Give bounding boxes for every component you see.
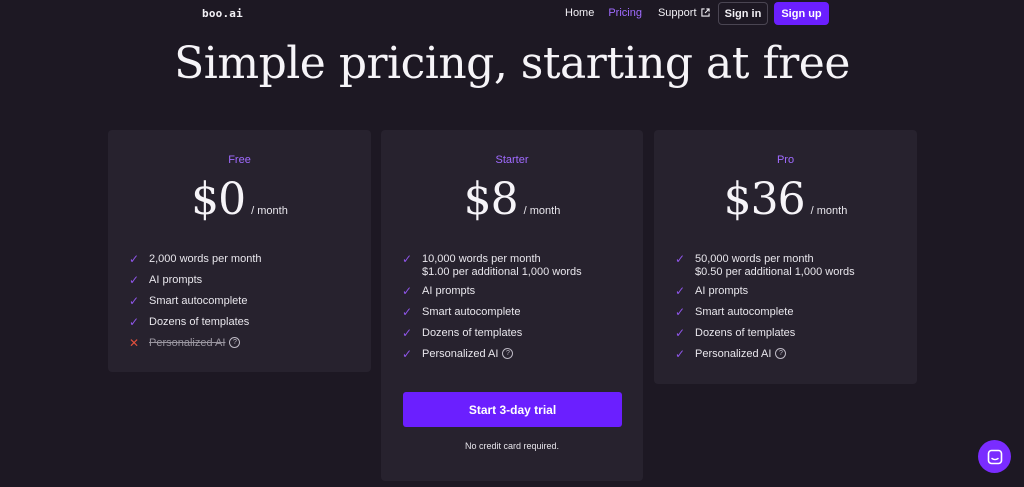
sign-up-button[interactable]: Sign up — [774, 2, 829, 25]
chat-icon — [987, 449, 1002, 464]
help-icon[interactable]: ? — [775, 348, 787, 359]
check-icon: ✓ — [129, 273, 140, 287]
plan-card-pro: Pro $36 / month ✓ 50,000 words per month $… — [654, 130, 917, 384]
chat-launcher-button[interactable] — [978, 440, 1011, 473]
plan-card-free: Free $0 / month ✓ 2,000 words per month ✓… — [108, 130, 371, 372]
start-trial-button[interactable]: Start 3-day trial — [403, 392, 622, 427]
feature-label: AI prompts — [695, 285, 749, 297]
feature-item: ✓ Dozens of templates — [129, 316, 262, 329]
check-icon: ✓ — [675, 326, 686, 340]
feature-item: ✓ Smart autocomplete — [402, 306, 582, 319]
feature-label: Personalized AI — [695, 348, 772, 360]
top-nav: Home Pricing Support — [565, 7, 710, 19]
feature-label: Dozens of templates — [422, 327, 523, 339]
check-icon: ✓ — [129, 294, 140, 308]
feature-label: Dozens of templates — [149, 316, 250, 328]
check-icon: ✓ — [129, 315, 140, 329]
check-icon: ✓ — [402, 252, 413, 266]
check-icon: ✓ — [402, 326, 413, 340]
feature-label: Personalized AI — [149, 337, 226, 349]
check-icon: ✓ — [675, 252, 686, 266]
plan-name: Free — [228, 154, 251, 166]
feature-item: ✓ 2,000 words per month — [129, 253, 262, 266]
help-icon[interactable]: ? — [229, 337, 241, 348]
cross-icon: ✕ — [129, 336, 140, 350]
check-icon: ✓ — [675, 347, 686, 361]
logo[interactable]: boo.ai — [202, 7, 243, 20]
nav-support-label: Support — [657, 7, 697, 19]
feature-label: 10,000 words per month $1.00 per addition… — [422, 253, 582, 278]
feature-item: ✓ Dozens of templates — [402, 327, 582, 340]
price-row: $8 / month — [381, 174, 643, 225]
feature-list: ✓ 50,000 words per month $0.50 per additio… — [675, 253, 855, 369]
feature-item: ✓ Dozens of templates — [675, 327, 855, 340]
check-icon: ✓ — [402, 347, 413, 361]
external-link-icon — [700, 8, 710, 17]
feature-label: Dozens of templates — [695, 327, 796, 339]
feature-list: ✓ 2,000 words per month ✓ AI prompts ✓ Smar… — [129, 253, 262, 358]
check-icon: ✓ — [129, 252, 140, 266]
check-icon: ✓ — [402, 305, 413, 319]
feature-item: ✓ 50,000 words per month $0.50 per additio… — [675, 253, 855, 279]
feature-item: ✓ Personalized AI? — [402, 348, 582, 361]
feature-label: Personalized AI — [422, 348, 499, 360]
feature-label: Smart autocomplete — [422, 306, 521, 318]
plan-name: Starter — [495, 154, 529, 166]
nav-home-link[interactable]: Home — [565, 7, 594, 19]
feature-label: AI prompts — [149, 274, 203, 286]
check-icon: ✓ — [402, 284, 413, 298]
nav-pricing-link[interactable]: Pricing — [608, 7, 642, 19]
plan-price: $0 — [191, 174, 246, 225]
feature-item-unavailable: ✕ Personalized AI? — [129, 337, 262, 350]
feature-label: 50,000 words per month $0.50 per addition… — [695, 253, 855, 278]
help-icon[interactable]: ? — [502, 348, 514, 359]
feature-item: ✓ Smart autocomplete — [129, 295, 262, 308]
feature-label: AI prompts — [422, 285, 476, 297]
feature-item: ✓ 10,000 words per month $1.00 per additio… — [402, 253, 582, 279]
feature-list: ✓ 10,000 words per month $1.00 per additio… — [402, 253, 582, 369]
nav-support-link[interactable]: Support — [658, 7, 710, 19]
page-title: Simple pricing, starting at free — [174, 38, 850, 89]
feature-item: ✓ AI prompts — [402, 285, 582, 298]
plan-period: / month — [523, 205, 561, 217]
plan-price: $8 — [463, 174, 519, 225]
feature-label: Smart autocomplete — [695, 306, 794, 318]
feature-item: ✓ Personalized AI? — [675, 348, 855, 361]
feature-item: ✓ AI prompts — [129, 274, 262, 287]
plan-price: $36 — [723, 174, 806, 225]
price-row: $36 / month — [654, 174, 917, 225]
feature-item: ✓ Smart autocomplete — [675, 306, 855, 319]
no-credit-card-note: No credit card required. — [464, 441, 560, 451]
check-icon: ✓ — [675, 305, 686, 319]
feature-label: Smart autocomplete — [149, 295, 248, 307]
feature-label: 2,000 words per month — [149, 253, 262, 265]
price-row: $0 / month — [108, 174, 371, 225]
feature-item: ✓ AI prompts — [675, 285, 855, 298]
plan-name: Pro — [776, 154, 795, 166]
plan-card-starter: Starter $8 / month ✓ 10,000 words per mon… — [381, 130, 643, 481]
plan-period: / month — [810, 205, 848, 217]
check-icon: ✓ — [675, 284, 686, 298]
plan-period: / month — [251, 205, 288, 217]
sign-in-button[interactable]: Sign in — [718, 2, 768, 25]
